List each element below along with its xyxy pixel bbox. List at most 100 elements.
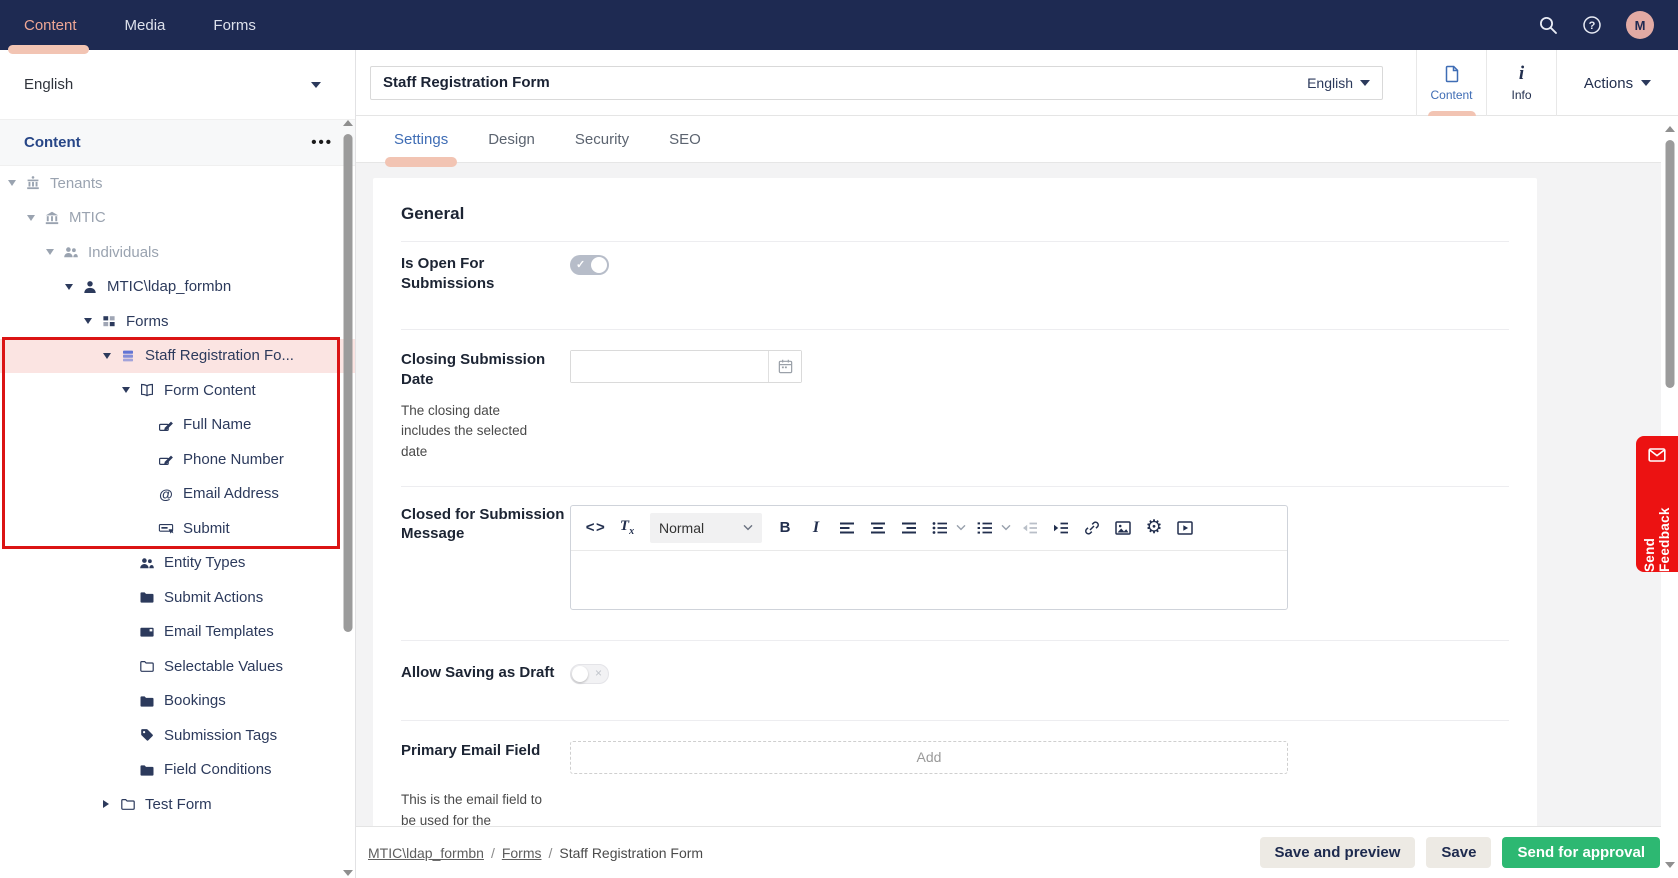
header-actions: Content i Info Actions (1416, 50, 1678, 116)
tree-item-selectable-values[interactable]: Selectable Values (0, 649, 355, 684)
tree-item-individuals[interactable]: Individuals (0, 235, 355, 270)
person-icon (82, 279, 98, 295)
send-feedback-tab[interactable]: Send Feedback (1636, 436, 1678, 572)
search-icon[interactable] (1538, 15, 1558, 35)
title-language-selector[interactable]: English (1307, 75, 1370, 91)
expand-arrow-icon[interactable] (65, 284, 73, 290)
tree-item-form-content[interactable]: Form Content (0, 373, 355, 408)
tree-item-phone-number[interactable]: Phone Number (0, 442, 355, 477)
save-and-preview-button[interactable]: Save and preview (1260, 837, 1416, 868)
italic-icon[interactable]: I (804, 514, 828, 542)
tree-item-email-address[interactable]: @Email Address (0, 477, 355, 512)
tree-item-mtic[interactable]: MTIC (0, 201, 355, 236)
tree-item-email-templates[interactable]: Email Templates (0, 615, 355, 650)
tab-security[interactable]: Security (575, 116, 629, 162)
indent-icon[interactable] (1049, 514, 1073, 542)
page-title-input[interactable]: Staff Registration Form English (370, 66, 1383, 100)
closing-date-input[interactable] (571, 351, 768, 382)
scroll-down-icon[interactable] (1665, 862, 1675, 868)
tab-seo[interactable]: SEO (669, 116, 701, 162)
tree-item-submission-tags[interactable]: Submission Tags (0, 718, 355, 753)
more-options-icon[interactable]: ••• (311, 134, 333, 151)
clear-formatting-icon[interactable]: Tx (615, 514, 639, 542)
tree-item-bookings[interactable]: Bookings (0, 684, 355, 719)
paragraph-style-select[interactable]: Normal (650, 513, 762, 543)
outdent-icon[interactable] (1018, 514, 1042, 542)
allow-draft-toggle[interactable]: × (570, 664, 609, 684)
expand-arrow-icon[interactable] (103, 353, 111, 359)
topnav-right-cluster: ? M (1538, 11, 1654, 39)
footer-bar: MTIC\ldap_formbn/Forms/Staff Registratio… (356, 826, 1678, 878)
scrollbar-thumb[interactable] (344, 134, 353, 632)
align-right-icon[interactable] (897, 514, 921, 542)
expand-arrow-icon[interactable] (27, 215, 35, 221)
image-icon[interactable] (1111, 514, 1135, 542)
scroll-up-icon[interactable] (343, 120, 353, 126)
collapse-arrow-icon[interactable] (103, 800, 109, 808)
scroll-up-icon[interactable] (1665, 126, 1675, 132)
tree-item-forms[interactable]: Forms (0, 304, 355, 339)
bold-icon[interactable]: B (773, 514, 797, 542)
tree-item-mtic-ldap-formbn[interactable]: MTIC\ldap_formbn (0, 270, 355, 305)
input-field-icon (158, 451, 174, 467)
help-icon[interactable]: ? (1582, 15, 1602, 35)
settings-gear-icon[interactable]: ⚙ (1142, 514, 1166, 542)
tree-item-label: Submission Tags (164, 727, 277, 744)
breadcrumb-separator: / (549, 845, 553, 861)
section-title: General (401, 178, 1509, 242)
align-center-icon[interactable] (866, 514, 890, 542)
nav-item-content[interactable]: Content (24, 0, 77, 50)
chevron-down-icon[interactable] (956, 524, 966, 531)
tree-item-label: Field Conditions (164, 761, 272, 778)
folder-outline-icon (120, 796, 136, 812)
tree-item-label: Forms (126, 313, 169, 330)
tree-item-staff-registration-fo[interactable]: Staff Registration Fo... (0, 339, 355, 374)
save-button[interactable]: Save (1426, 837, 1491, 868)
media-embed-icon[interactable] (1173, 514, 1197, 542)
add-primary-email-button[interactable]: Add (570, 741, 1288, 774)
send-for-approval-button[interactable]: Send for approval (1502, 837, 1660, 868)
breadcrumb-item-forms[interactable]: Forms (502, 845, 542, 861)
tree-item-label: Full Name (183, 416, 251, 433)
breadcrumb-item-mtic-ldap-formbn[interactable]: MTIC\ldap_formbn (368, 845, 484, 861)
numbered-list-icon[interactable] (973, 514, 997, 542)
content-view-button[interactable]: Content (1416, 50, 1486, 116)
scrollbar-thumb[interactable] (1665, 140, 1674, 388)
tree-item-test-form[interactable]: Test Form (0, 787, 355, 822)
chevron-down-icon[interactable] (1001, 524, 1011, 531)
tree-item-full-name[interactable]: Full Name (0, 408, 355, 443)
expand-arrow-icon[interactable] (46, 249, 54, 255)
tree-item-submit[interactable]: Submit (0, 511, 355, 546)
closing-date-field (570, 350, 802, 383)
calendar-icon[interactable] (768, 351, 801, 382)
tree-item-label: Staff Registration Fo... (145, 347, 294, 364)
tree-item-entity-types[interactable]: Entity Types (0, 546, 355, 581)
tree-item-label: Test Form (145, 796, 212, 813)
is-open-toggle[interactable]: ✓ (570, 255, 609, 275)
tab-design[interactable]: Design (488, 116, 535, 162)
tree-item-field-conditions[interactable]: Field Conditions (0, 753, 355, 788)
info-view-button[interactable]: i Info (1486, 50, 1556, 116)
tag-icon (139, 727, 155, 743)
field-label: Allow Saving as Draft (401, 663, 570, 683)
expand-arrow-icon[interactable] (84, 318, 92, 324)
expand-arrow-icon[interactable] (122, 387, 130, 393)
bullet-list-icon[interactable] (928, 514, 952, 542)
actions-dropdown[interactable]: Actions (1556, 50, 1678, 116)
tree-item-submit-actions[interactable]: Submit Actions (0, 580, 355, 615)
tab-settings[interactable]: Settings (394, 116, 448, 162)
settings-tabs: Settings Design Security SEO (356, 116, 1678, 163)
expand-arrow-icon[interactable] (8, 180, 16, 186)
scroll-down-icon[interactable] (343, 870, 353, 876)
link-icon[interactable] (1080, 514, 1104, 542)
sidebar-scrollbar[interactable] (342, 120, 354, 876)
sidebar-language-selector[interactable]: English (0, 50, 355, 120)
source-code-icon[interactable]: <> (584, 514, 608, 542)
user-avatar[interactable]: M (1626, 11, 1654, 39)
nav-item-forms[interactable]: Forms (213, 0, 256, 50)
editor-content[interactable] (571, 551, 1287, 609)
tree-item-tenants[interactable]: Tenants (0, 166, 355, 201)
nav-item-media[interactable]: Media (125, 0, 166, 50)
rich-text-editor: <>Tx Normal BI ⚙ (570, 505, 1288, 610)
align-left-icon[interactable] (835, 514, 859, 542)
